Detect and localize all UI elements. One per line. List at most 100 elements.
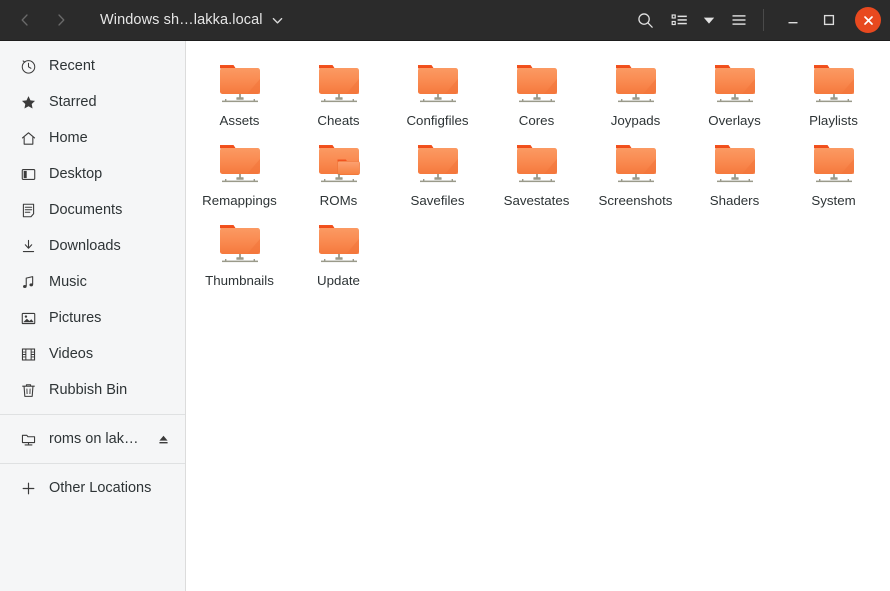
network-folder-icon	[313, 217, 365, 269]
maximize-button[interactable]	[813, 5, 845, 35]
file-item[interactable]: Joypads	[586, 53, 685, 129]
sidebar-item-documents[interactable]: Documents	[5, 192, 180, 228]
sidebar-item-home[interactable]: Home	[5, 120, 180, 156]
sidebar-item-rubbish-bin[interactable]: Rubbish Bin	[5, 372, 180, 408]
file-item[interactable]: Savefiles	[388, 133, 487, 209]
file-grid: Assets Cheats Configfiles Cores Joypads …	[186, 53, 890, 289]
sidebar-item-label: Desktop	[49, 166, 103, 182]
plus-icon	[19, 479, 37, 497]
header-separator	[763, 9, 764, 31]
network-folder-icon	[610, 137, 662, 189]
triangle-down-icon	[703, 17, 715, 24]
sidebar: Recent Starred Home Desktop Documents Do…	[0, 41, 186, 591]
maximize-icon	[823, 14, 835, 26]
network-folder-icon	[709, 137, 761, 189]
file-item[interactable]: Thumbnails	[190, 213, 289, 289]
file-name: System	[811, 193, 856, 208]
sidebar-item-label: Documents	[49, 202, 123, 218]
sidebar-item-label: Downloads	[49, 238, 121, 254]
list-view-icon	[671, 13, 687, 25]
film-icon	[19, 345, 37, 363]
search-icon	[637, 12, 653, 28]
list-view-button[interactable]	[662, 4, 696, 36]
home-icon	[19, 129, 37, 147]
sidebar-item-pictures[interactable]: Pictures	[5, 300, 180, 336]
file-view[interactable]: Assets Cheats Configfiles Cores Joypads …	[186, 41, 890, 591]
file-item[interactable]: Shaders	[685, 133, 784, 209]
music-note-icon	[19, 273, 37, 291]
sidebar-item-roms-on-lakka[interactable]: roms on lakk…	[5, 421, 180, 457]
file-name: Savefiles	[410, 193, 465, 208]
sidebar-item-label: Videos	[49, 346, 94, 362]
sidebar-item-label: roms on lakk…	[49, 431, 144, 447]
document-icon	[19, 201, 37, 219]
file-name: Thumbnails	[205, 273, 274, 288]
download-icon	[19, 237, 37, 255]
sidebar-item-label: Pictures	[49, 310, 102, 326]
network-folder-icon	[511, 57, 563, 109]
network-folder-icon	[412, 57, 464, 109]
network-folder-icon	[511, 137, 563, 189]
sidebar-group-mounts: roms on lakk…	[0, 421, 185, 457]
header-actions	[628, 4, 890, 36]
file-name: Configfiles	[406, 113, 469, 128]
network-folder-icon	[709, 57, 761, 109]
sidebar-item-label: Rubbish Bin	[49, 382, 128, 398]
file-item[interactable]: Configfiles	[388, 53, 487, 129]
sidebar-group-places: Recent Starred Home Desktop Documents Do…	[0, 48, 185, 408]
star-icon	[19, 93, 37, 111]
view-options-button[interactable]	[696, 4, 722, 36]
sidebar-item-starred[interactable]: Starred	[5, 84, 180, 120]
sidebar-item-videos[interactable]: Videos	[5, 336, 180, 372]
back-button[interactable]	[8, 5, 42, 35]
forward-button[interactable]	[44, 5, 78, 35]
sidebar-item-label: Music	[49, 274, 87, 290]
picture-icon	[19, 309, 37, 327]
sidebar-item-recent[interactable]: Recent	[5, 48, 180, 84]
close-icon	[863, 15, 873, 25]
sidebar-item-downloads[interactable]: Downloads	[5, 228, 180, 264]
path-bar-button[interactable]: Windows sh…lakka.local	[96, 5, 287, 35]
file-item[interactable]: Playlists	[784, 53, 883, 129]
sidebar-item-desktop[interactable]: Desktop	[5, 156, 180, 192]
window-title: Windows sh…lakka.local	[100, 12, 263, 28]
file-item[interactable]: Cheats	[289, 53, 388, 129]
file-item[interactable]: Update	[289, 213, 388, 289]
close-button[interactable]	[855, 7, 881, 33]
sidebar-item-label: Recent	[49, 58, 95, 74]
file-name: Playlists	[809, 113, 858, 128]
file-item[interactable]: ROMs	[289, 133, 388, 209]
network-folder-icon	[214, 57, 266, 109]
minimize-button[interactable]	[777, 5, 809, 35]
sidebar-item-label: Starred	[49, 94, 97, 110]
chevron-left-icon	[21, 14, 28, 26]
file-name: Shaders	[709, 193, 760, 208]
file-name: ROMs	[319, 193, 358, 208]
file-item[interactable]: Remappings	[190, 133, 289, 209]
search-button[interactable]	[628, 4, 662, 36]
file-item[interactable]: Screenshots	[586, 133, 685, 209]
network-folder-icon	[610, 57, 662, 109]
eject-icon[interactable]	[156, 433, 170, 446]
file-name: Joypads	[610, 113, 661, 128]
file-manager-window: Windows sh…lakka.local Recent Starred Ho…	[0, 0, 890, 591]
file-item[interactable]: Assets	[190, 53, 289, 129]
network-folder-icon	[214, 217, 266, 269]
file-item[interactable]: Cores	[487, 53, 586, 129]
file-name: Assets	[219, 113, 260, 128]
sidebar-item-label: Home	[49, 130, 88, 146]
sidebar-item-label: Other Locations	[49, 480, 152, 496]
main-menu-button[interactable]	[722, 4, 756, 36]
view-mode-group	[662, 4, 722, 36]
network-share-icon	[19, 430, 37, 448]
file-name: Cores	[518, 113, 555, 128]
network-folder-icon	[412, 137, 464, 189]
file-item[interactable]: Savestates	[487, 133, 586, 209]
hamburger-menu-icon	[732, 15, 746, 25]
header-bar: Windows sh…lakka.local	[0, 0, 890, 41]
sidebar-item-music[interactable]: Music	[5, 264, 180, 300]
file-item[interactable]: System	[784, 133, 883, 209]
chevron-right-icon	[58, 14, 65, 26]
sidebar-item-other-locations[interactable]: Other Locations	[5, 470, 180, 506]
file-item[interactable]: Overlays	[685, 53, 784, 129]
